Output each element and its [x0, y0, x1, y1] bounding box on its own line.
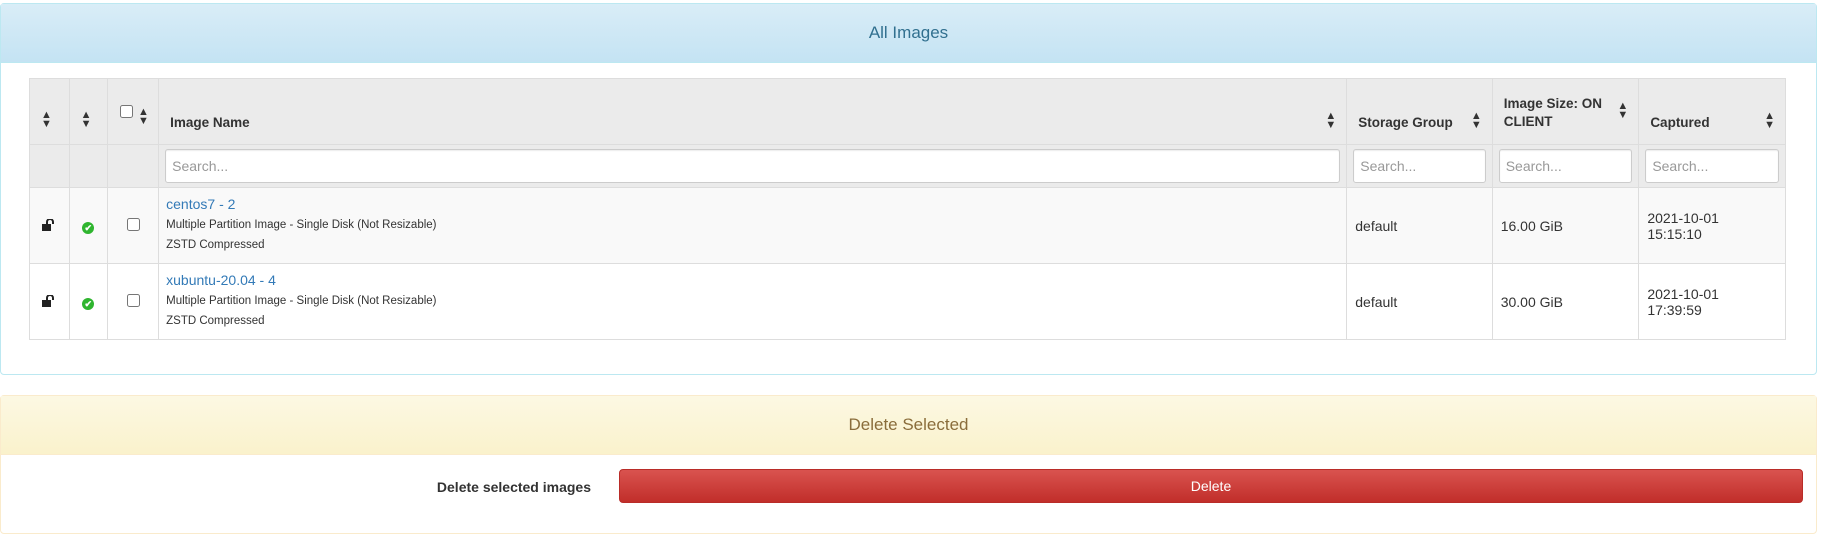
image-name-header[interactable]: Image Name ▲ ▼	[158, 78, 1348, 145]
image-size-cell: 16.00 GiB	[1491, 187, 1640, 264]
sort-icon[interactable]: ▲ ▼	[138, 107, 149, 127]
select-all-checkbox[interactable]	[119, 105, 133, 118]
image-name-link[interactable]: xubuntu-20.04 - 4	[166, 272, 1338, 288]
image-size-cell: 30.00 GiB	[1491, 263, 1640, 340]
storage-group-header-label: Storage Group	[1358, 115, 1453, 130]
unlock-icon[interactable]	[42, 294, 56, 307]
captured-header[interactable]: Captured ▲ ▼	[1638, 78, 1786, 145]
image-name-link[interactable]: centos7 - 2	[166, 196, 1338, 212]
sort-icon[interactable]: ▲ ▼	[41, 110, 52, 130]
image-name-search-cell	[158, 144, 1348, 188]
table-row: ✔ centos7 - 2 Multiple Partition Image -…	[29, 187, 1786, 264]
captured-search-cell	[1638, 144, 1786, 188]
captured-cell: 2021-10-01 17:39:59	[1638, 263, 1786, 340]
image-compression: ZSTD Compressed	[166, 239, 265, 251]
row-select-checkbox[interactable]	[126, 293, 140, 307]
lock-cell[interactable]	[29, 263, 70, 340]
captured-header-label: Captured	[1650, 115, 1710, 130]
lock-column-header[interactable]: ▲ ▼	[29, 78, 70, 145]
delete-selected-body: Delete selected images Delete	[1, 455, 1816, 533]
image-name-header-label: Image Name	[170, 115, 250, 130]
all-images-heading: All Images	[1, 4, 1816, 63]
status-cell: ✔	[68, 263, 108, 340]
unlock-icon[interactable]	[42, 218, 56, 231]
check-circle-icon: ✔	[82, 297, 95, 310]
image-size-header-label-2: CLIENT	[1503, 114, 1553, 129]
status-cell: ✔	[68, 187, 108, 264]
image-name-search-input[interactable]	[165, 149, 1341, 183]
image-type: Multiple Partition Image - Single Disk (…	[166, 295, 437, 307]
image-type: Multiple Partition Image - Single Disk (…	[166, 219, 437, 231]
delete-button[interactable]: Delete	[619, 469, 1803, 503]
captured-search-input[interactable]	[1645, 149, 1779, 183]
table-row: ✔ xubuntu-20.04 - 4 Multiple Partition I…	[29, 263, 1786, 340]
storage-group-header[interactable]: Storage Group ▲ ▼	[1346, 78, 1493, 145]
image-name-cell: xubuntu-20.04 - 4 Multiple Partition Ima…	[158, 263, 1348, 340]
check-circle-icon: ✔	[82, 221, 95, 234]
status-column-header[interactable]: ▲ ▼	[68, 78, 108, 145]
image-size-search-cell	[1491, 144, 1640, 188]
sort-icon[interactable]: ▲ ▼	[1617, 101, 1628, 121]
delete-selected-heading: Delete Selected	[1, 396, 1816, 455]
select-cell	[106, 187, 160, 264]
delete-selected-label: Delete selected images	[436, 479, 591, 495]
image-compression: ZSTD Compressed	[166, 315, 265, 327]
sort-icon[interactable]: ▲ ▼	[81, 110, 92, 130]
all-images-panel: All Images ▲ ▼ ▲ ▼ ▲ ▼ Image Name ▲ ▼ St…	[0, 3, 1817, 375]
image-name-cell: centos7 - 2 Multiple Partition Image - S…	[158, 187, 1348, 264]
image-size-header[interactable]: Image Size: ON CLIENT ▲ ▼	[1491, 78, 1640, 145]
search-row	[29, 144, 1786, 188]
storage-group-search-cell	[1346, 144, 1493, 188]
sort-icon[interactable]: ▲ ▼	[1471, 111, 1482, 131]
images-table: ▲▼ ▲▼ ▲▼ Image Name ▲▼ Storage Group	[29, 78, 1786, 340]
all-images-body: ▲▼ ▲▼ ▲▼ Image Name ▲▼ Storage Group	[1, 63, 1816, 374]
sort-icon[interactable]: ▲ ▼	[1325, 111, 1336, 131]
row-select-checkbox[interactable]	[126, 217, 140, 231]
storage-group-search-input[interactable]	[1353, 149, 1486, 183]
captured-cell: 2021-10-01 15:15:10	[1638, 187, 1786, 264]
storage-group-cell: default	[1346, 187, 1493, 264]
image-size-search-input[interactable]	[1498, 149, 1633, 183]
empty-search-cell	[68, 144, 108, 188]
storage-group-cell: default	[1346, 263, 1493, 340]
select-cell	[106, 263, 160, 340]
lock-cell[interactable]	[29, 187, 70, 264]
empty-search-cell	[29, 144, 70, 188]
delete-selected-panel: Delete Selected Delete selected images D…	[0, 395, 1817, 534]
select-column-header: ▲ ▼	[106, 78, 160, 145]
image-size-header-label: Image Size: ON	[1503, 96, 1602, 111]
sort-icon[interactable]: ▲ ▼	[1764, 111, 1775, 131]
empty-search-cell	[106, 144, 160, 188]
